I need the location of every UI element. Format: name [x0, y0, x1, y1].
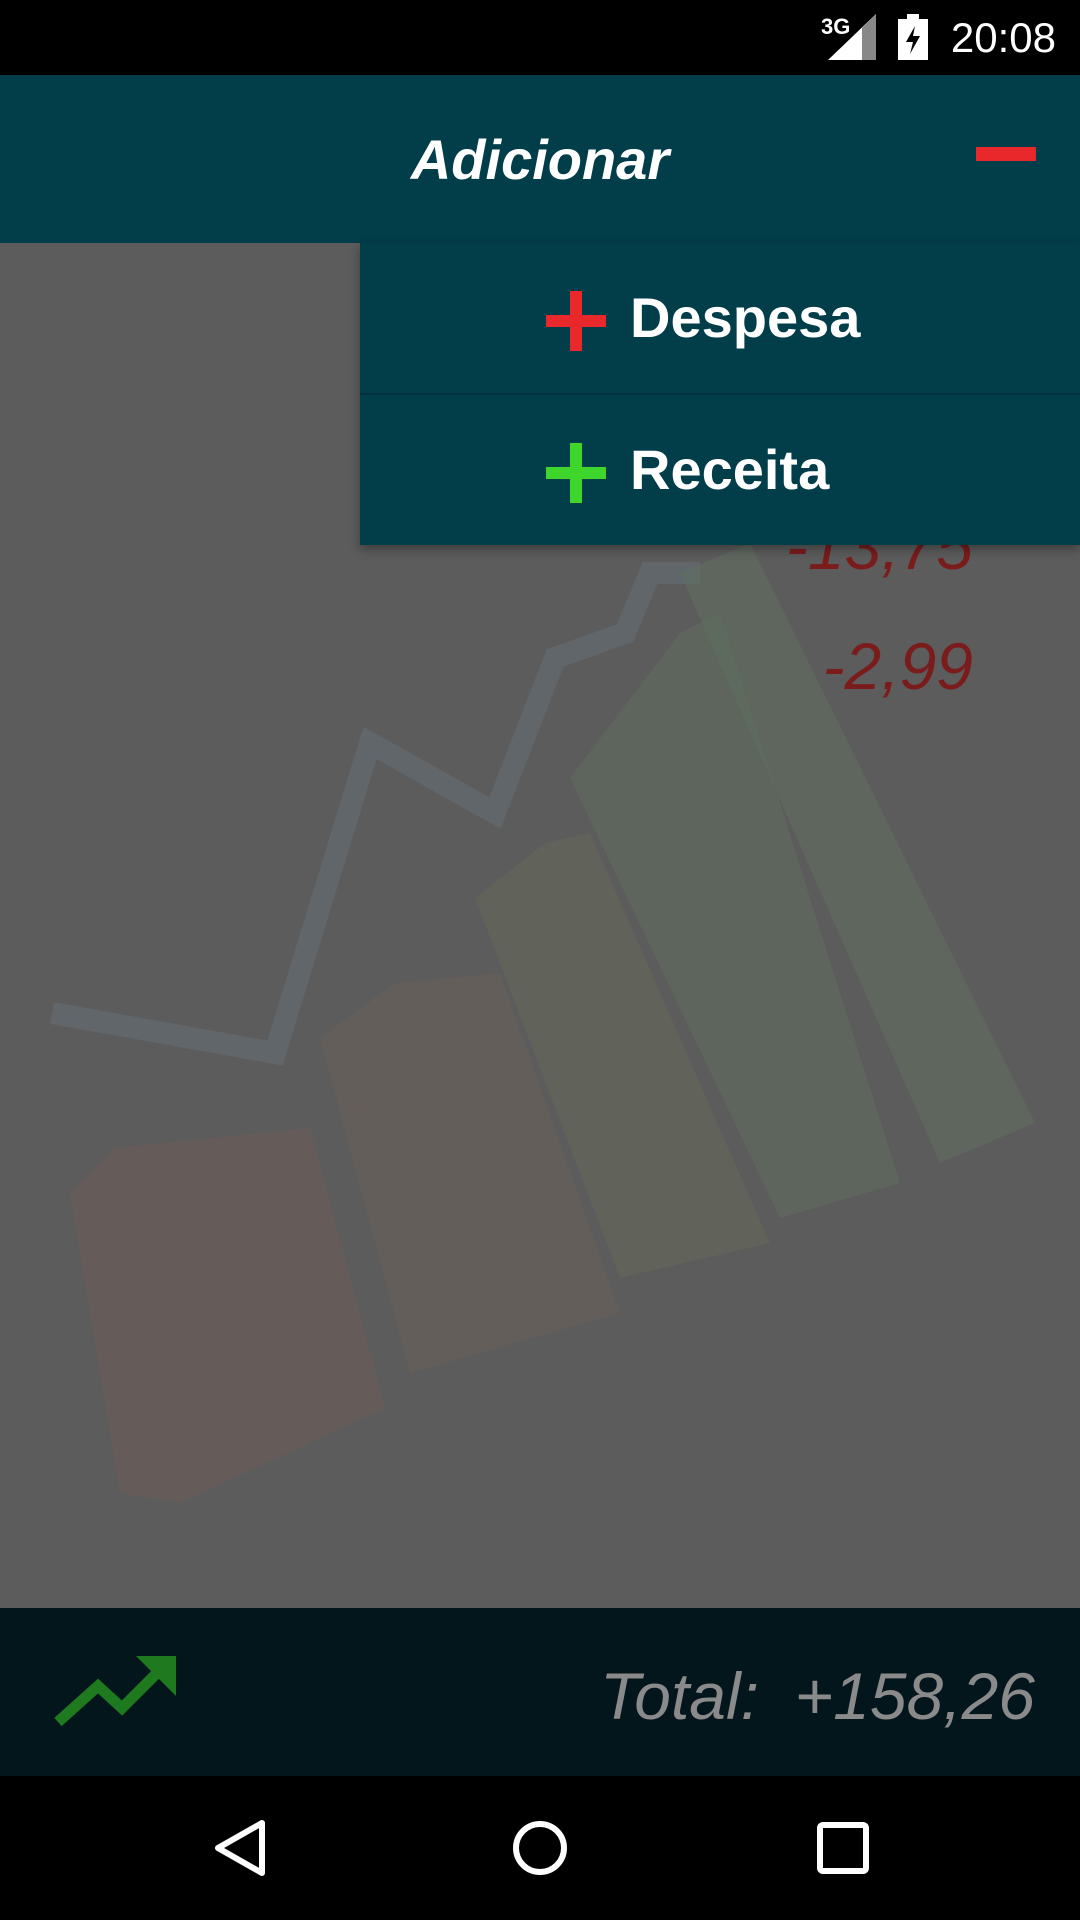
total-value: +158,26	[794, 1659, 1035, 1733]
close-menu-button[interactable]	[968, 135, 1044, 175]
home-icon[interactable]	[512, 1818, 568, 1878]
total-label: Total:	[600, 1659, 760, 1733]
trending-up-icon[interactable]	[54, 1650, 178, 1730]
app-header: Adicionar	[0, 75, 1080, 243]
add-dropdown-menu: Despesa Receita	[360, 243, 1080, 545]
signal-icon	[828, 14, 876, 60]
battery-charging-icon	[898, 14, 928, 60]
menu-item-despesa[interactable]: Despesa	[360, 243, 1080, 395]
total-footer: Total: +158,26	[0, 1608, 1080, 1776]
minus-icon	[976, 147, 1036, 161]
transaction-amount: -2,99	[822, 629, 973, 703]
plus-icon	[546, 443, 606, 503]
menu-item-label: Receita	[630, 438, 830, 501]
status-bar: 3G 20:08	[0, 0, 1080, 75]
system-nav-bar	[0, 1776, 1080, 1920]
plus-icon	[546, 291, 606, 351]
clock: 20:08	[950, 14, 1056, 61]
back-icon[interactable]	[212, 1818, 268, 1878]
menu-item-receita[interactable]: Receita	[360, 395, 1080, 545]
menu-item-label: Despesa	[630, 286, 861, 349]
recents-icon[interactable]	[815, 1818, 871, 1878]
page-title: Adicionar	[410, 128, 670, 191]
